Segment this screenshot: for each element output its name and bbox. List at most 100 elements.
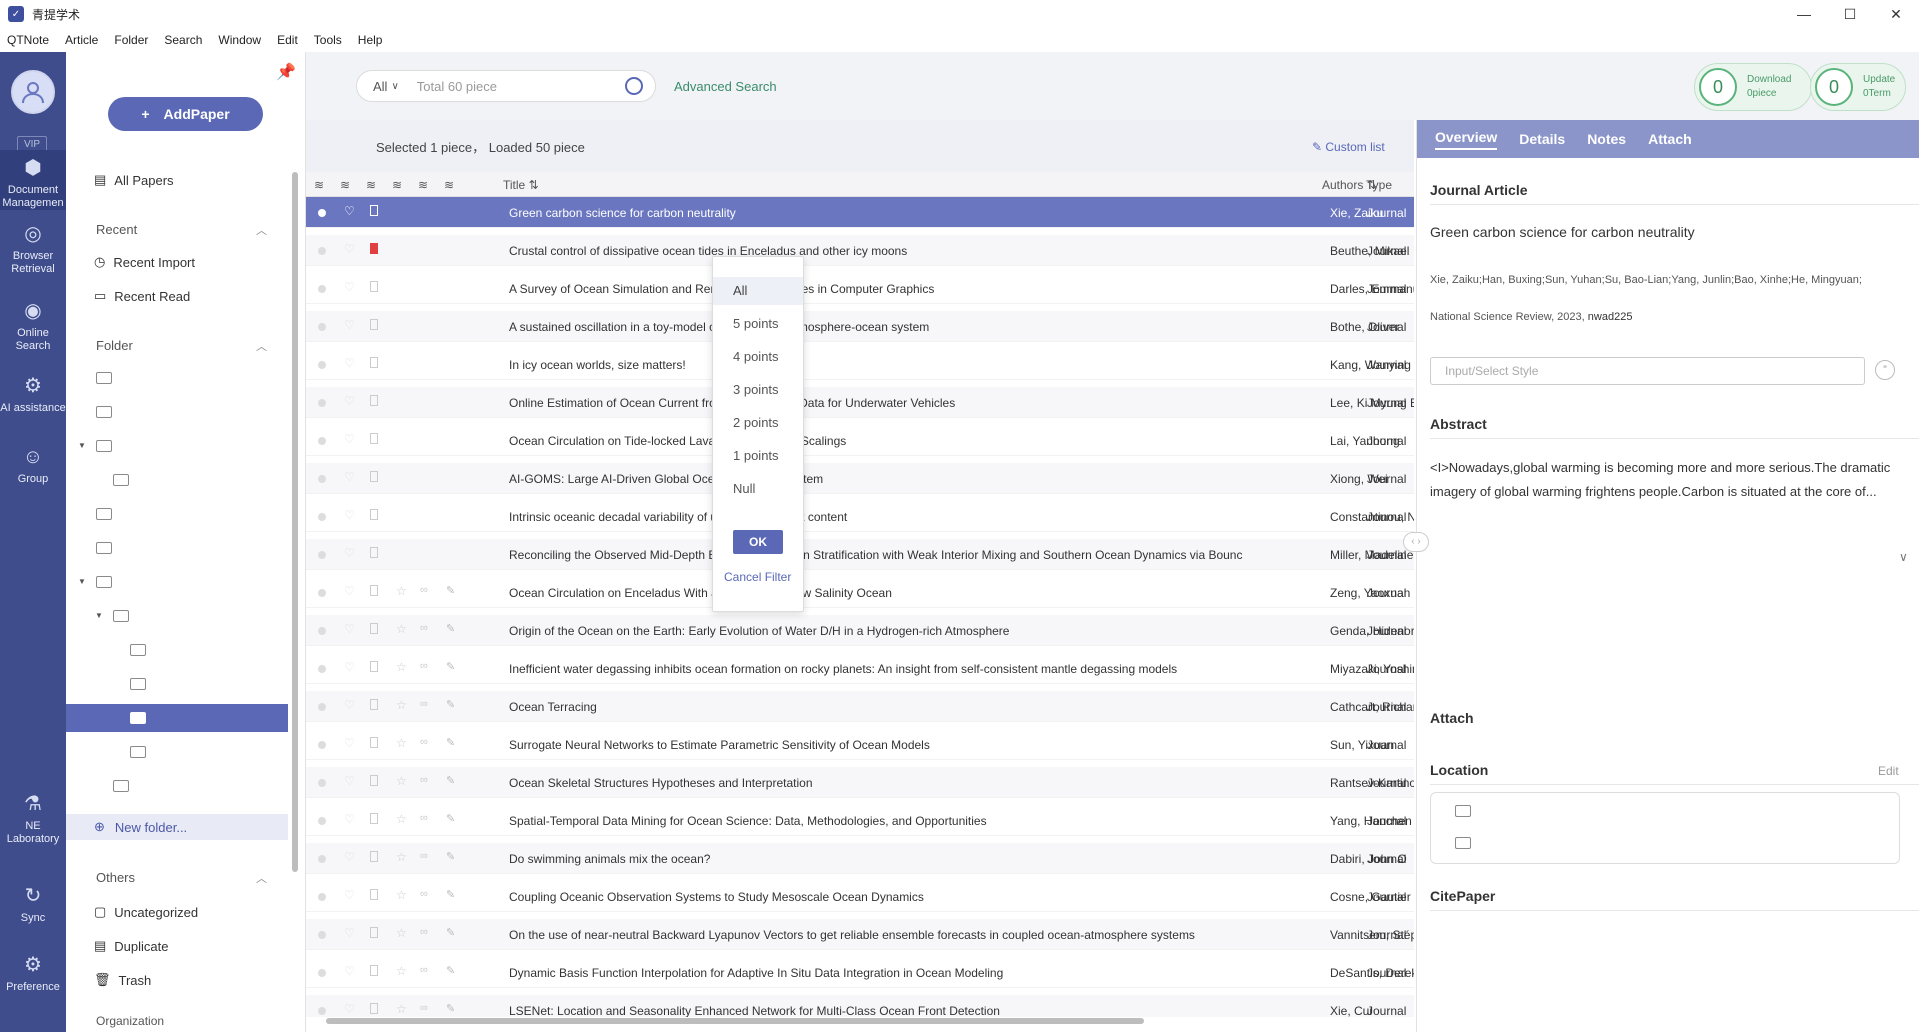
heart-icon[interactable]: ♡ [344,432,355,446]
bookmark-icon[interactable] [370,623,378,634]
table-row[interactable]: ♡ In icy ocean worlds, size matters! Kang,… [306,349,1414,380]
read-status-icon[interactable] [318,779,326,787]
bookmark-icon[interactable] [370,319,378,330]
heart-icon[interactable]: ♡ [344,584,355,598]
bookmark-icon[interactable] [370,851,378,862]
heart-icon[interactable]: ♡ [344,242,355,256]
read-status-icon[interactable] [318,551,326,559]
recent-import-item[interactable]: ◷ Recent Import [94,254,195,270]
caret-down-icon[interactable]: ▼ [78,441,86,450]
read-status-icon[interactable] [318,969,326,977]
tab-details[interactable]: Details [1519,131,1565,147]
heart-icon[interactable]: ♡ [344,204,355,218]
bookmark-icon[interactable] [370,357,378,368]
filter-ok-button[interactable]: OK [733,530,783,554]
bookmark-icon[interactable] [370,509,378,520]
heart-icon[interactable]: ♡ [344,1002,355,1016]
heart-icon[interactable]: ♡ [344,394,355,408]
pen-icon[interactable]: ✎ [446,964,455,977]
read-status-icon[interactable] [318,399,326,407]
layers-icon[interactable]: ≋ [418,178,428,192]
pen-icon[interactable]: ✎ [446,1002,455,1015]
minimize-button[interactable]: — [1781,0,1827,28]
search-scope-select[interactable]: All [373,79,387,94]
table-row[interactable]: ♡ AI-GOMS: Large AI-Driven Global Ocean M… [306,463,1414,494]
heart-icon[interactable]: ♡ [344,546,355,560]
read-status-icon[interactable] [318,361,326,369]
chevron-down-icon[interactable]: ∨ [1899,550,1908,564]
chevron-up-icon[interactable]: ︿ [256,338,267,354]
bookmark-icon[interactable] [370,737,378,748]
table-row[interactable]: ♡ Online Estimation of Ocean Current from… [306,387,1414,418]
star-icon[interactable]: ☆ [396,774,407,788]
folder-scrollbar[interactable] [292,172,298,872]
link-icon[interactable]: ∞ [420,584,428,596]
read-status-icon[interactable] [318,513,326,521]
table-row[interactable]: ♡ ☆ ∞ ✎ Inefficient water degassing inhibits… [306,653,1414,684]
search-icon[interactable] [625,77,643,95]
tab-overview[interactable]: Overview [1435,129,1498,150]
folder-item-selected[interactable] [66,704,288,732]
heart-icon[interactable]: ♡ [344,622,355,636]
menu-help[interactable]: Help [358,33,383,47]
table-row[interactable]: ♡ ☆ ∞ ✎ Spatial-Temporal Data Mining for Oce… [306,805,1414,836]
menu-folder[interactable]: Folder [114,33,148,47]
caret-down-icon[interactable]: ▼ [78,577,86,586]
table-row[interactable]: ♡ Intrinsic oceanic decadal variability o… [306,501,1414,532]
star-icon[interactable]: ☆ [396,622,407,636]
folder-item[interactable] [66,500,288,528]
menu-article[interactable]: Article [65,33,98,47]
nav-sync[interactable]: ↻ Sync [0,884,66,925]
link-icon[interactable]: ∞ [420,774,428,786]
star-icon[interactable]: ☆ [396,736,407,750]
link-icon[interactable]: ∞ [420,736,428,748]
link-icon[interactable]: ∞ [420,850,428,862]
col-title[interactable]: Title ⇅ [503,178,539,192]
menu-window[interactable]: Window [218,33,261,47]
folder-item[interactable]: ▼ [66,602,288,630]
bookmark-icon[interactable] [370,965,378,976]
table-row[interactable]: ♡ ☆ ∞ ✎ Ocean Circulation on Enceladus With … [306,577,1414,608]
menu-search[interactable]: Search [164,33,202,47]
bookmark-icon[interactable] [370,281,378,292]
custom-list-button[interactable]: ✎ Custom list [1312,140,1385,154]
heart-icon[interactable]: ♡ [344,736,355,750]
tab-attach[interactable]: Attach [1648,131,1692,147]
table-row[interactable]: ♡ A Survey of Ocean Simulation and Render… [306,273,1414,304]
table-row[interactable]: ♡ ☆ ∞ ✎ Origin of the Ocean on the Earth: Ea… [306,615,1414,646]
folder-icon[interactable] [1455,805,1471,817]
folder-item[interactable] [66,670,288,698]
nav-preference[interactable]: ⚙ Preference [0,953,66,994]
folder-item[interactable]: ▼ [66,432,288,460]
nav-ai-assistance[interactable]: ⚙ AI assistance [0,374,66,415]
table-row[interactable]: ♡ A sustained oscillation in a toy-model … [306,311,1414,342]
chevron-up-icon[interactable]: ︿ [256,222,267,238]
collapse-panel-icon[interactable]: ‹ › [1403,532,1429,552]
nav-group[interactable]: ☺ Group [0,445,66,486]
folder-item[interactable] [66,772,288,800]
link-icon[interactable]: ∞ [420,698,428,710]
table-row[interactable]: ♡ ☆ ∞ ✎ LSENet: Location and Seasonality Enh… [306,995,1414,1017]
read-status-icon[interactable] [318,323,326,331]
bookmark-icon[interactable] [370,1003,378,1014]
read-status-icon[interactable] [318,627,326,635]
nav-online-search[interactable]: ◉ Online Search [0,299,66,353]
table-row[interactable]: ♡ ☆ ∞ ✎ Surrogate Neural Networks to Estimat… [306,729,1414,760]
heart-icon[interactable]: ♡ [344,318,355,332]
star-icon[interactable]: ☆ [396,584,407,598]
bookmark-icon[interactable] [370,775,378,786]
star-icon[interactable]: ☆ [396,698,407,712]
pen-icon[interactable]: ✎ [446,774,455,787]
filter-option-5[interactable]: 5 points [713,310,803,338]
bookmark-icon[interactable] [370,547,378,558]
menu-tools[interactable]: Tools [314,33,342,47]
layers-icon[interactable]: ≋ [444,178,454,192]
filter-option-3[interactable]: 3 points [713,376,803,404]
read-status-icon[interactable] [318,437,326,445]
layers-icon[interactable]: ≋ [340,178,350,192]
heart-icon[interactable]: ♡ [344,508,355,522]
link-icon[interactable]: ∞ [420,812,428,824]
trash-item[interactable]: 🗑 Trash [94,972,151,988]
read-status-icon[interactable] [318,475,326,483]
tab-notes[interactable]: Notes [1587,131,1626,147]
